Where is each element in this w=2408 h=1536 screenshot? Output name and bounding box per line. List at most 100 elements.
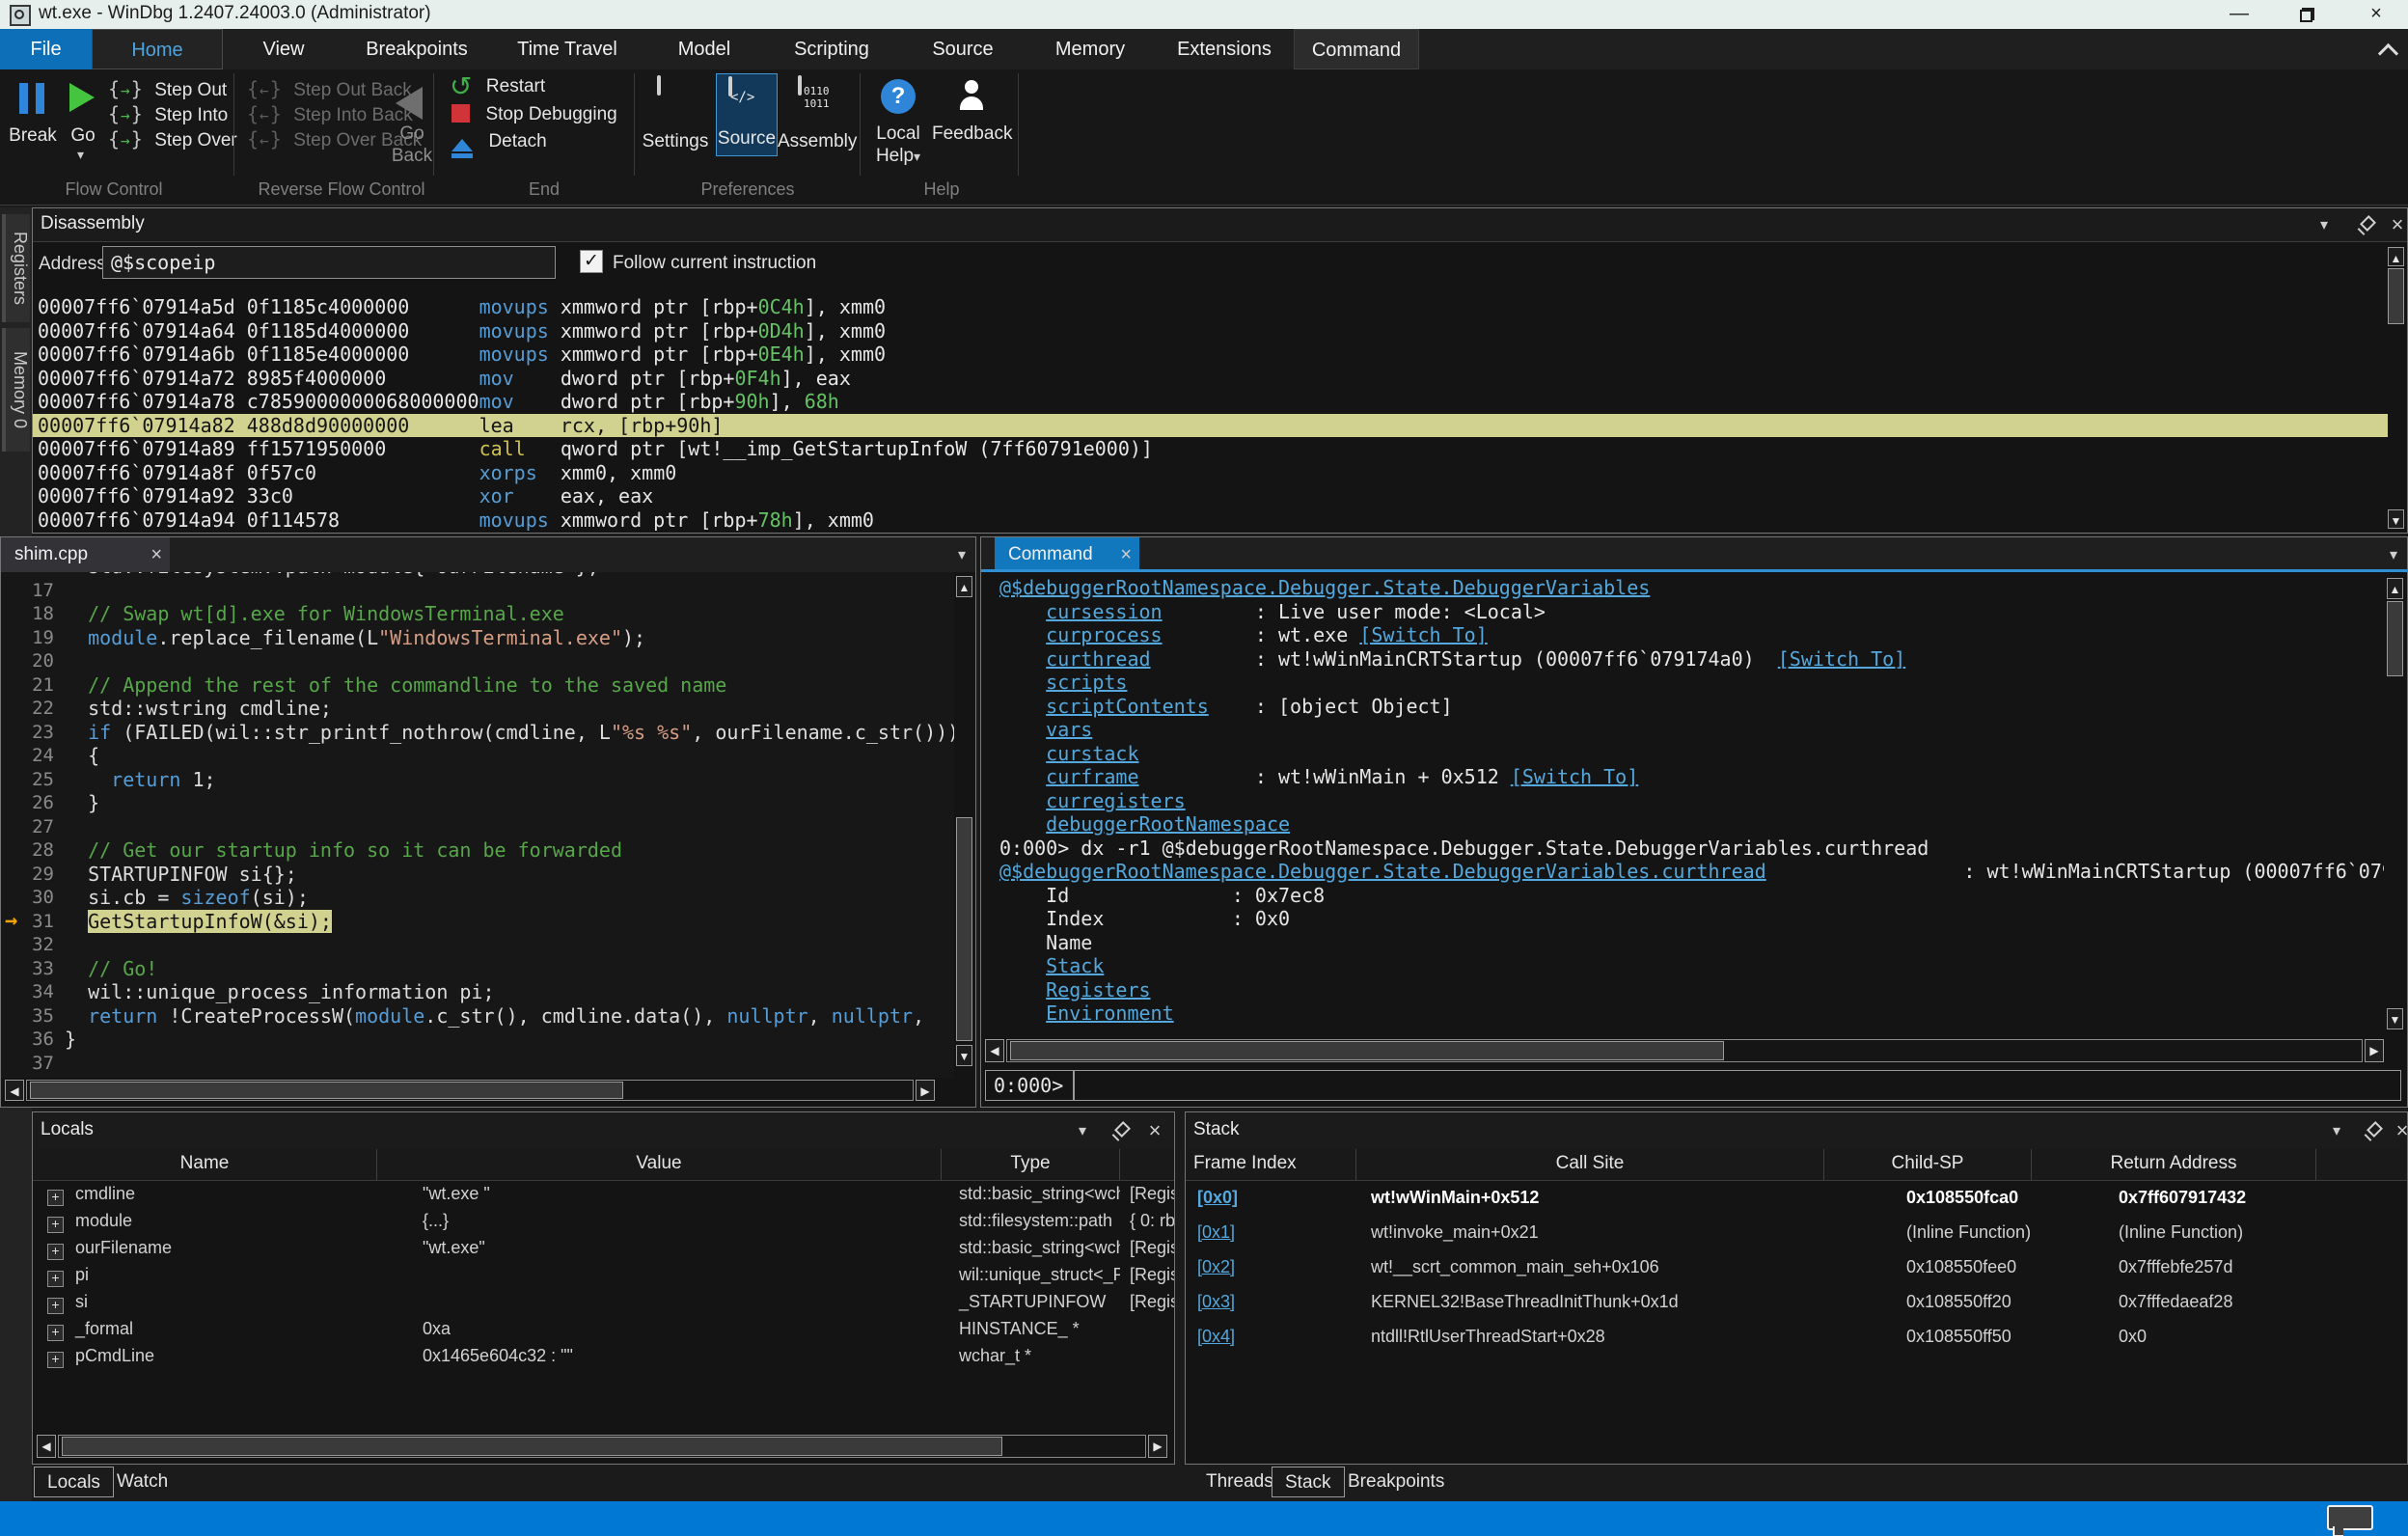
command-link[interactable]: curregisters [1046,789,1186,812]
source-line[interactable]: 29 STARTUPINFOW si{}; [1,863,954,887]
menu-tab[interactable]: Breakpoints [344,29,489,69]
line-number[interactable]: 32 [1,933,54,957]
command-link[interactable]: [Switch To] [1359,623,1487,646]
panel-dropdown-icon[interactable] [1070,1121,1095,1142]
bottom-tab-breakpoints[interactable]: Breakpoints [1335,1467,1457,1497]
column-header-frame-index[interactable]: Frame Index [1186,1149,1356,1180]
scroll-left-icon[interactable] [5,1080,24,1101]
menu-tab[interactable]: View [223,29,344,69]
scroll-up-icon[interactable] [956,576,972,597]
address-input[interactable] [102,246,556,279]
command-link[interactable]: scriptContents [1046,695,1209,718]
line-number[interactable]: 37 [1,1052,54,1076]
command-link[interactable]: @$debuggerRootNamespace.Debugger.State.D… [999,860,1766,883]
column-header-value[interactable]: Value [377,1149,942,1180]
source-toggle-button[interactable]: Source [716,73,778,156]
command-link[interactable]: vars [1046,718,1092,741]
bottom-tab-watch[interactable]: Watch [104,1467,180,1497]
tab-list-dropdown-icon[interactable] [2390,545,2397,564]
stack-frame-row[interactable]: [0x4] ntdll!RtlUserThreadStart+0x28 0x10… [1186,1319,2407,1354]
frame-index-link[interactable]: [0x4] [1197,1327,1235,1346]
locals-row[interactable]: pi wil::unique_struct<_PROCESS_INF... [R… [33,1261,1174,1288]
column-header-child-sp[interactable]: Child-SP [1824,1149,2032,1180]
expand-icon[interactable] [47,1244,64,1260]
command-link[interactable]: [Switch To] [1511,765,1638,788]
command-link[interactable]: Registers [1046,978,1150,1001]
panel-dropdown-icon[interactable] [2312,215,2337,236]
scroll-up-icon[interactable] [2387,578,2403,599]
scrollbar-thumb[interactable] [2387,601,2403,676]
command-link[interactable]: Stack [1046,954,1104,977]
source-line[interactable]: 31 GetStartupInfoW(&si); [1,910,954,934]
source-line[interactable]: 18 // Swap wt[d].exe for WindowsTerminal… [1,602,954,626]
break-button[interactable]: Break [6,75,60,172]
menu-tab[interactable]: Model [645,29,763,69]
side-tab-registers[interactable]: Registers [2,214,30,322]
stack-frame-row[interactable]: [0x2] wt!__scrt_common_main_seh+0x106 0x… [1186,1249,2407,1284]
source-line[interactable]: 30 si.cb = sizeof(si); [1,886,954,910]
bottom-tab-stack[interactable]: Stack [1272,1467,1345,1497]
frame-index-link[interactable]: [0x0] [1197,1188,1238,1207]
source-line[interactable]: 36 } [1,1028,954,1052]
minimize-button[interactable]: — [2209,0,2269,29]
locals-row[interactable]: si _STARTUPINFOW [Register 'rsp [33,1288,1174,1315]
source-line[interactable]: 22 std::wstring cmdline; [1,697,954,721]
source-line[interactable]: 26 } [1,791,954,815]
disassembly-line[interactable]: 00007ff6`07914a64 0f1185d4000000 movups … [33,319,2388,343]
step-into-button[interactable]: Step Into [108,102,228,127]
scroll-left-icon[interactable] [985,1039,1004,1062]
source-line[interactable]: 24 { [1,744,954,768]
line-number[interactable]: 20 [1,649,54,673]
step-into-back-button[interactable]: Step Into Back [247,102,413,127]
line-number[interactable]: 28 [1,838,54,863]
source-line[interactable]: 25 return 1; [1,768,954,792]
scrollbar-thumb[interactable] [62,1437,1002,1456]
stop-debugging-button[interactable]: Stop Debugging [452,104,617,129]
line-number[interactable]: 29 [1,863,54,887]
column-header-type[interactable]: Type [942,1149,1120,1180]
frame-index-link[interactable]: [0x3] [1197,1292,1235,1311]
expand-icon[interactable] [47,1271,64,1287]
disassembly-line[interactable]: 00007ff6`07914a72 8985f4000000 mov dword… [33,367,2388,391]
follow-current-instruction-checkbox[interactable] [580,250,603,273]
scrollbar-thumb[interactable] [30,1082,623,1099]
menu-tab[interactable]: Memory [1026,29,1155,69]
disassembly-line[interactable]: 00007ff6`07914a94 0f114578 movups xmmwor… [33,508,2388,532]
expand-icon[interactable] [47,1217,64,1233]
command-link[interactable]: curthread [1046,647,1150,671]
line-number[interactable]: 22 [1,697,54,721]
stack-frame-row[interactable]: [0x0] wt!wWinMain+0x512 0x108550fca0 0x7… [1186,1180,2407,1215]
menu-tab[interactable]: Command [1294,29,1419,69]
restart-button[interactable]: ↺ Restart [450,75,545,102]
line-number[interactable]: 36 [1,1028,54,1052]
command-link[interactable]: debuggerRootNamespace [1046,812,1290,836]
step-over-button[interactable]: Step Over [108,127,237,152]
disassembly-line[interactable]: 00007ff6`07914a78 c7859000000068000000mo… [33,390,2388,414]
source-line[interactable]: 21 // Append the rest of the commandline… [1,673,954,698]
command-link[interactable]: @$debuggerRootNamespace.Debugger.State.D… [999,576,1650,599]
source-line[interactable]: 19 module.replace_filename(L"WindowsTerm… [1,626,954,650]
expand-icon[interactable] [47,1352,64,1368]
close-button[interactable]: × [2346,0,2406,29]
line-number[interactable]: 19 [1,626,54,650]
locals-row[interactable]: pCmdLine 0x1465e604c32 : "" wchar_t * [33,1342,1174,1369]
column-header-return-address[interactable]: Return Address [2032,1149,2316,1180]
go-button[interactable]: Go [62,75,104,181]
source-line[interactable]: 34 wil::unique_process_information pi; [1,980,954,1004]
locals-row[interactable]: _formal 0xa HINSTANCE_ * [33,1315,1174,1342]
scroll-right-icon[interactable] [2365,1039,2384,1062]
disassembly-line[interactable]: 00007ff6`07914a8f 0f57c0 xorps xmm0, xmm… [33,461,2388,485]
scroll-right-icon[interactable] [916,1080,935,1101]
panel-close-icon[interactable] [1142,1121,1167,1142]
local-help-button[interactable]: Local Help [876,75,920,181]
locals-row[interactable]: ourFilename "wt.exe" std::basic_string<w… [33,1234,1174,1261]
line-number[interactable]: 31 [1,910,54,934]
line-number[interactable]: 25 [1,768,54,792]
disassembly-line[interactable]: 00007ff6`07914a89 ff1571950000 call qwor… [33,437,2388,461]
line-number[interactable]: 23 [1,721,54,745]
menu-tab[interactable]: Source [900,29,1026,69]
scrollbar-thumb[interactable] [1010,1041,1724,1060]
expand-icon[interactable] [47,1298,64,1314]
scroll-down-icon[interactable] [2388,509,2404,529]
scroll-down-icon[interactable] [2387,1008,2403,1029]
